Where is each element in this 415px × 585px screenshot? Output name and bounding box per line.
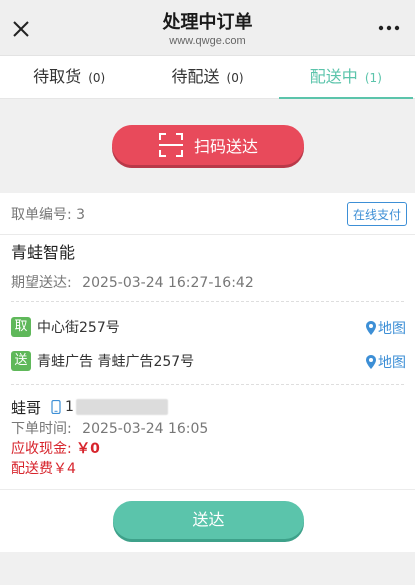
tab-label: 待配送 <box>171 67 220 86</box>
cash-due: 应收现金: ￥0 <box>11 439 404 459</box>
pickup-map-link[interactable]: 地图 <box>366 318 406 338</box>
phone-icon <box>51 400 61 414</box>
cash-value: ￥0 <box>76 441 100 457</box>
deliver-button[interactable]: 送达 <box>113 501 304 539</box>
order-time-value: 2025-03-24 16:05 <box>82 421 209 437</box>
title-bar: 处理中订单 www.qwge.com <box>0 0 415 56</box>
order-card: 取单编号: 3 在线支付 青蛙智能 期望送达: 2025-03-24 16:27… <box>0 193 415 552</box>
shop-name: 青蛙智能 <box>11 243 76 262</box>
tab-pending-delivery[interactable]: 待配送 (0) <box>138 56 276 98</box>
cash-label: 应收现金: <box>11 441 72 457</box>
delivery-map-link[interactable]: 地图 <box>366 352 406 372</box>
more-icon[interactable] <box>377 20 401 36</box>
scan-button-label: 扫码送达 <box>193 137 258 156</box>
tab-count: (1) <box>364 71 382 85</box>
page-title: 处理中订单 <box>162 12 253 33</box>
customer-block: 蛙哥 1 下单时间: 2025-03-24 16:05 应收现金: ￥0 配送费… <box>0 386 415 489</box>
order-time: 下单时间: 2025-03-24 16:05 <box>11 419 404 439</box>
order-time-label: 下单时间: <box>11 421 72 437</box>
delivery-fee: 配送费￥4 <box>11 461 76 477</box>
tab-count: (0) <box>226 71 244 85</box>
scan-icon <box>158 133 183 157</box>
delivery-tag: 送 <box>11 351 31 371</box>
location-pin-icon <box>366 321 376 335</box>
delivery-address: 青蛙广告 青蛙广告257号 <box>37 354 195 370</box>
deliver-area: 送达 <box>0 489 415 552</box>
online-pay-badge[interactable]: 在线支付 <box>346 202 407 226</box>
delivery-address-row: 送 青蛙广告 青蛙广告257号 地图 <box>0 344 415 378</box>
tab-label: 待取货 <box>33 67 82 86</box>
location-pin-icon <box>366 355 376 369</box>
phone-visible-digit: 1 <box>65 399 74 415</box>
customer-name: 蛙哥 <box>11 398 42 417</box>
pickup-tag: 取 <box>11 317 31 337</box>
tab-pending-pickup[interactable]: 待取货 (0) <box>0 56 138 98</box>
expected-delivery-value: 2025-03-24 16:27-16:42 <box>82 275 254 291</box>
scan-area: 扫码送达 <box>0 99 415 193</box>
pickup-number: 取单编号: 3 <box>11 206 86 223</box>
pickup-address-row: 取 中心街257号 地图 <box>0 310 415 344</box>
tab-label: 配送中 <box>309 67 358 86</box>
customer-row: 蛙哥 1 <box>11 395 404 419</box>
tab-count: (0) <box>88 71 106 85</box>
title-block: 处理中订单 www.qwge.com <box>0 12 415 48</box>
status-tabs: 待取货 (0) 待配送 (0) 配送中 (1) <box>0 56 415 99</box>
pickup-address: 中心街257号 <box>37 320 120 336</box>
expected-delivery-label: 期望送达: <box>11 275 72 291</box>
tab-delivering[interactable]: 配送中 (1) <box>277 56 415 99</box>
customer-phone[interactable]: 1 <box>65 399 168 415</box>
expected-delivery: 期望送达: 2025-03-24 16:27-16:42 <box>11 273 404 302</box>
phone-redaction <box>75 399 168 415</box>
scan-deliver-button[interactable]: 扫码送达 <box>112 125 304 165</box>
shop-block: 青蛙智能 期望送达: 2025-03-24 16:27-16:42 <box>0 235 415 302</box>
page-subtitle: www.qwge.com <box>169 35 246 47</box>
map-label: 地图 <box>378 355 406 371</box>
pickup-number-row: 取单编号: 3 在线支付 <box>0 193 415 235</box>
map-label: 地图 <box>378 321 406 337</box>
